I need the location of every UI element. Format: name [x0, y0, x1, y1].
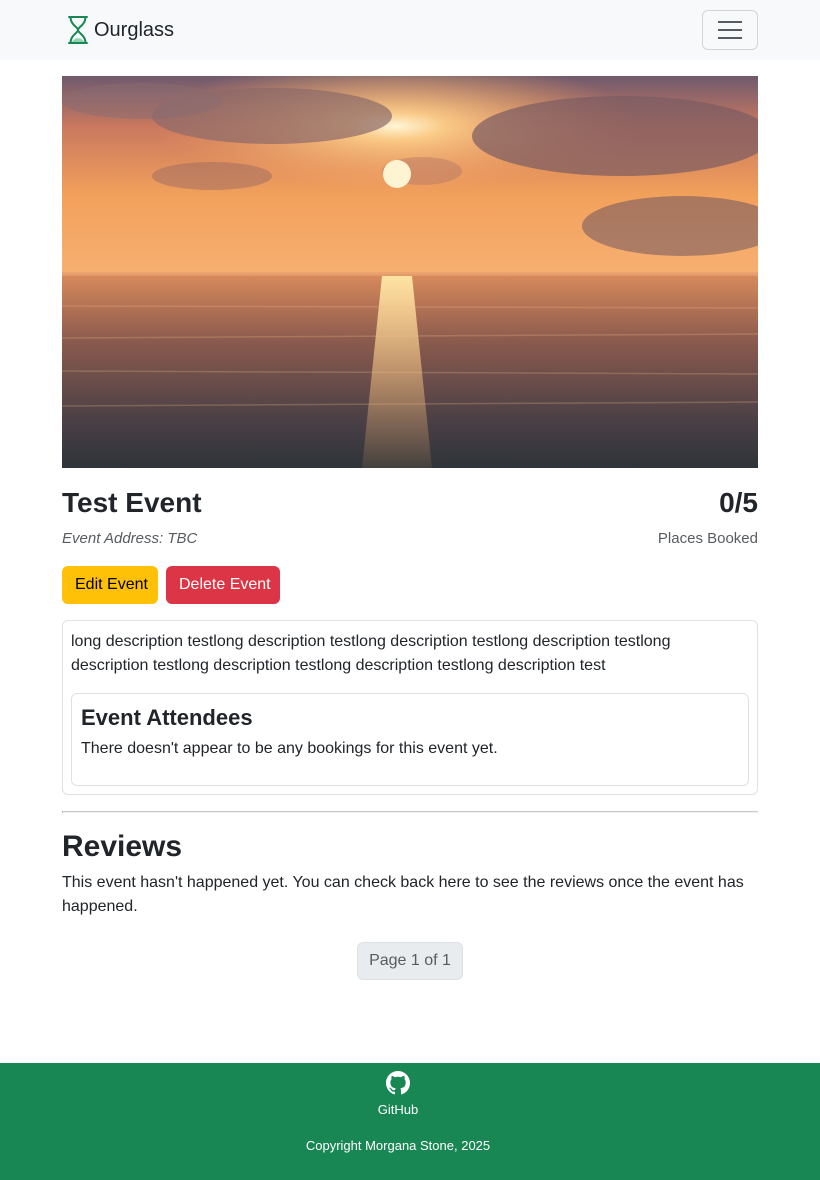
github-label: GitHub	[377, 1102, 419, 1117]
reviews-message: This event hasn't happened yet. You can …	[62, 874, 744, 915]
brand-link[interactable]: Ourglass	[66, 14, 174, 46]
navbar-toggle-button[interactable]	[702, 10, 758, 50]
github-link[interactable]: GitHub	[370, 1071, 426, 1119]
brand-name: Ourglass	[94, 19, 175, 41]
edit-event-button[interactable]: Edit Event	[62, 566, 158, 604]
footer: GitHub Copyright Morgana Stone, 2025	[0, 1063, 820, 1180]
pagination-indicator: Page 1 of 1	[357, 942, 463, 980]
event-image	[62, 76, 758, 468]
navbar: Ourglass	[0, 0, 820, 60]
event-title: Test Event	[62, 487, 202, 518]
section-divider	[62, 811, 758, 813]
attendees-title: Event Attendees	[81, 705, 253, 730]
event-description: long description testlong description te…	[71, 633, 671, 674]
attendees-empty-message: There doesn't appear to be any bookings …	[81, 740, 498, 757]
delete-event-button[interactable]: Delete Event	[166, 566, 280, 604]
places-booked-label: Places Booked	[657, 530, 758, 547]
hourglass-icon	[68, 16, 88, 44]
copyright-text: Copyright Morgana Stone, 2025	[305, 1138, 491, 1153]
sunset-image	[62, 76, 758, 468]
event-details-card: long description testlong description te…	[62, 620, 758, 795]
places-booked-count: 0/5	[719, 487, 758, 518]
event-address: Event Address: TBC	[62, 530, 198, 547]
attendees-card: Event Attendees There doesn't appear to …	[71, 693, 749, 786]
github-icon	[386, 1071, 410, 1095]
reviews-title: Reviews	[62, 830, 183, 863]
hamburger-menu-icon	[718, 21, 742, 39]
